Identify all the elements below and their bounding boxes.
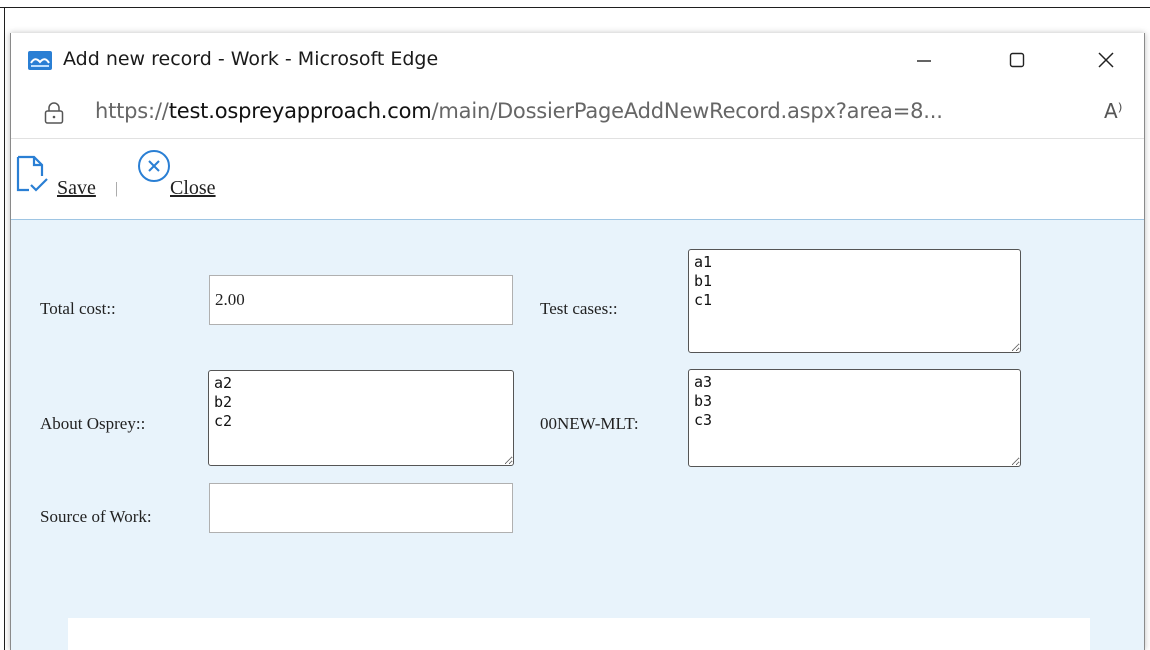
new-mlt-field[interactable]: a3 b3 c3	[688, 369, 1021, 467]
save-button[interactable]: Save	[57, 177, 96, 200]
url-path: /main/DossierPageAddNewRecord.aspx?area=…	[431, 99, 943, 123]
total-cost-field[interactable]	[209, 275, 513, 325]
maximize-button[interactable]	[994, 40, 1040, 80]
browser-popup-window: Add new record - Work - Microsoft Edge h…	[10, 33, 1145, 650]
source-of-work-field[interactable]	[209, 483, 513, 533]
record-form: Total cost:: Test cases:: a1 b1 c1 About…	[11, 220, 1144, 650]
toolbar-separator: |	[115, 180, 119, 197]
maximize-icon	[1009, 52, 1025, 68]
address-bar[interactable]: https://test.ospreyapproach.com/main/Dos…	[11, 88, 1144, 139]
content-panel	[68, 618, 1090, 650]
read-aloud-icon[interactable]: A⁾	[1104, 99, 1130, 125]
url-scheme: https://	[95, 99, 169, 123]
minimize-button[interactable]	[901, 40, 947, 80]
close-x-icon	[1098, 52, 1114, 68]
title-bar: Add new record - Work - Microsoft Edge	[11, 33, 1144, 88]
about-osprey-field[interactable]: a2 b2 c2	[208, 370, 514, 466]
close-circle-icon[interactable]	[136, 148, 172, 184]
test-cases-field[interactable]: a1 b1 c1	[688, 249, 1021, 353]
app-icon	[28, 51, 52, 70]
screen-border-top	[0, 7, 1150, 8]
lock-icon	[44, 102, 64, 124]
record-toolbar: Save | Close	[11, 139, 1144, 220]
window-title: Add new record - Work - Microsoft Edge	[63, 48, 439, 70]
about-osprey-label: About Osprey::	[40, 414, 146, 433]
save-icon[interactable]	[15, 154, 49, 194]
new-mlt-label: 00NEW-MLT:	[540, 414, 639, 433]
test-cases-label: Test cases::	[540, 299, 618, 318]
screen-border-left	[4, 7, 5, 650]
source-of-work-label: Source of Work:	[40, 507, 152, 526]
close-button[interactable]: Close	[170, 177, 216, 200]
minimize-icon	[917, 60, 931, 62]
window-close-button[interactable]	[1083, 40, 1129, 80]
url-host: test.ospreyapproach.com	[168, 99, 432, 123]
url-text[interactable]: https://test.ospreyapproach.com/main/Dos…	[95, 99, 943, 123]
total-cost-label: Total cost::	[40, 299, 116, 318]
